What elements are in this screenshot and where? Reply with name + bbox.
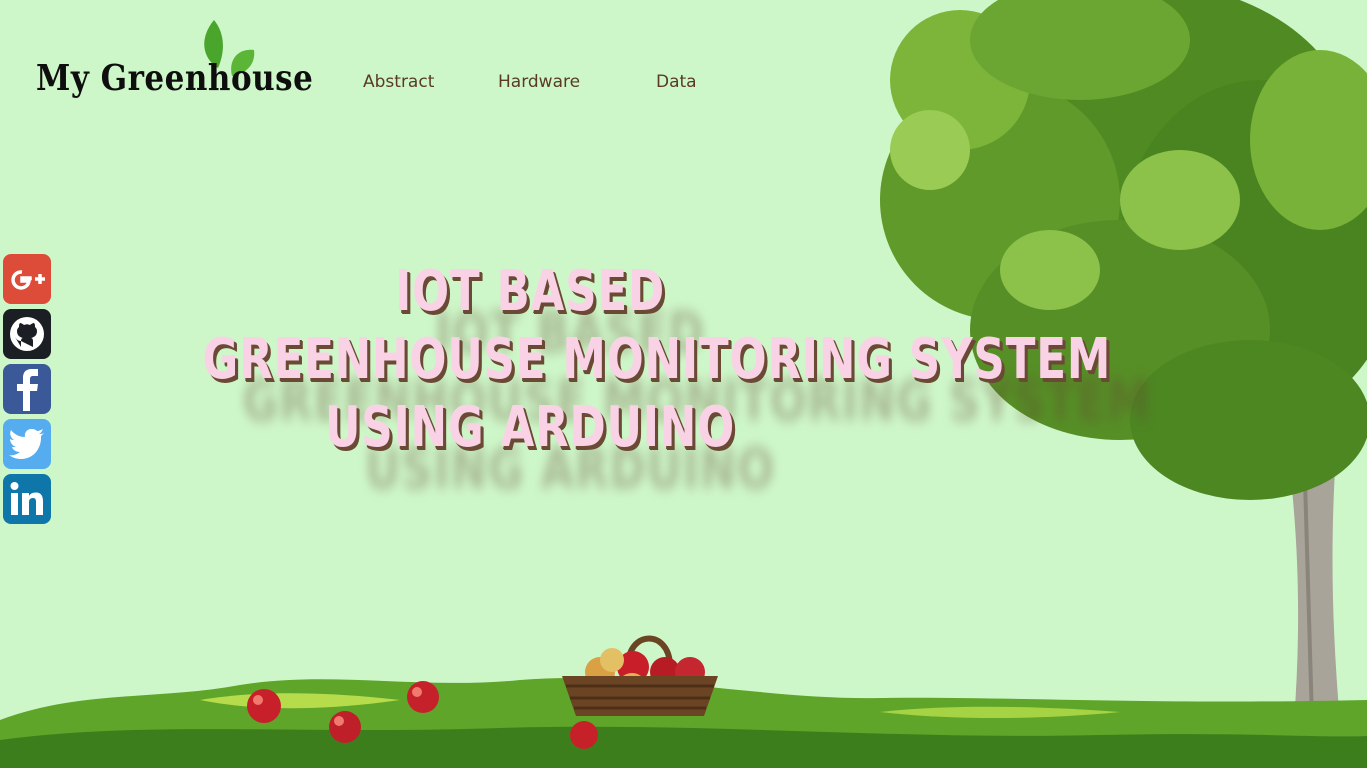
google-plus-button[interactable] xyxy=(3,254,51,304)
tree-trunk xyxy=(1290,470,1340,722)
linkedin-button[interactable] xyxy=(3,474,51,524)
logo-text: My Greenhouse xyxy=(36,58,314,100)
hero-line-3: USING ARDUINO xyxy=(324,395,736,460)
twitter-icon xyxy=(9,429,44,459)
google-plus-icon xyxy=(11,270,45,290)
nav-link-abstract[interactable]: Abstract xyxy=(363,72,434,92)
twitter-button[interactable] xyxy=(3,419,51,469)
hero-line-2: GREENHOUSE MONITORING SYSTEM xyxy=(202,327,1112,392)
github-icon xyxy=(10,317,44,351)
github-button[interactable] xyxy=(3,309,51,359)
site-logo[interactable]: My Greenhouse xyxy=(34,18,313,108)
facebook-button[interactable] xyxy=(3,364,51,414)
linkedin-icon xyxy=(10,482,43,515)
hero-headline: IOT BASED GREENHOUSE MONITORING SYSTEM U… xyxy=(202,258,1112,462)
nav-link-data[interactable]: Data xyxy=(656,72,697,92)
hero-line-1: IOT BASED xyxy=(394,259,666,324)
facebook-icon xyxy=(17,369,38,411)
apple-basket xyxy=(562,635,718,716)
nav-link-hardware[interactable]: Hardware xyxy=(498,72,580,92)
social-sidebar xyxy=(3,254,51,529)
